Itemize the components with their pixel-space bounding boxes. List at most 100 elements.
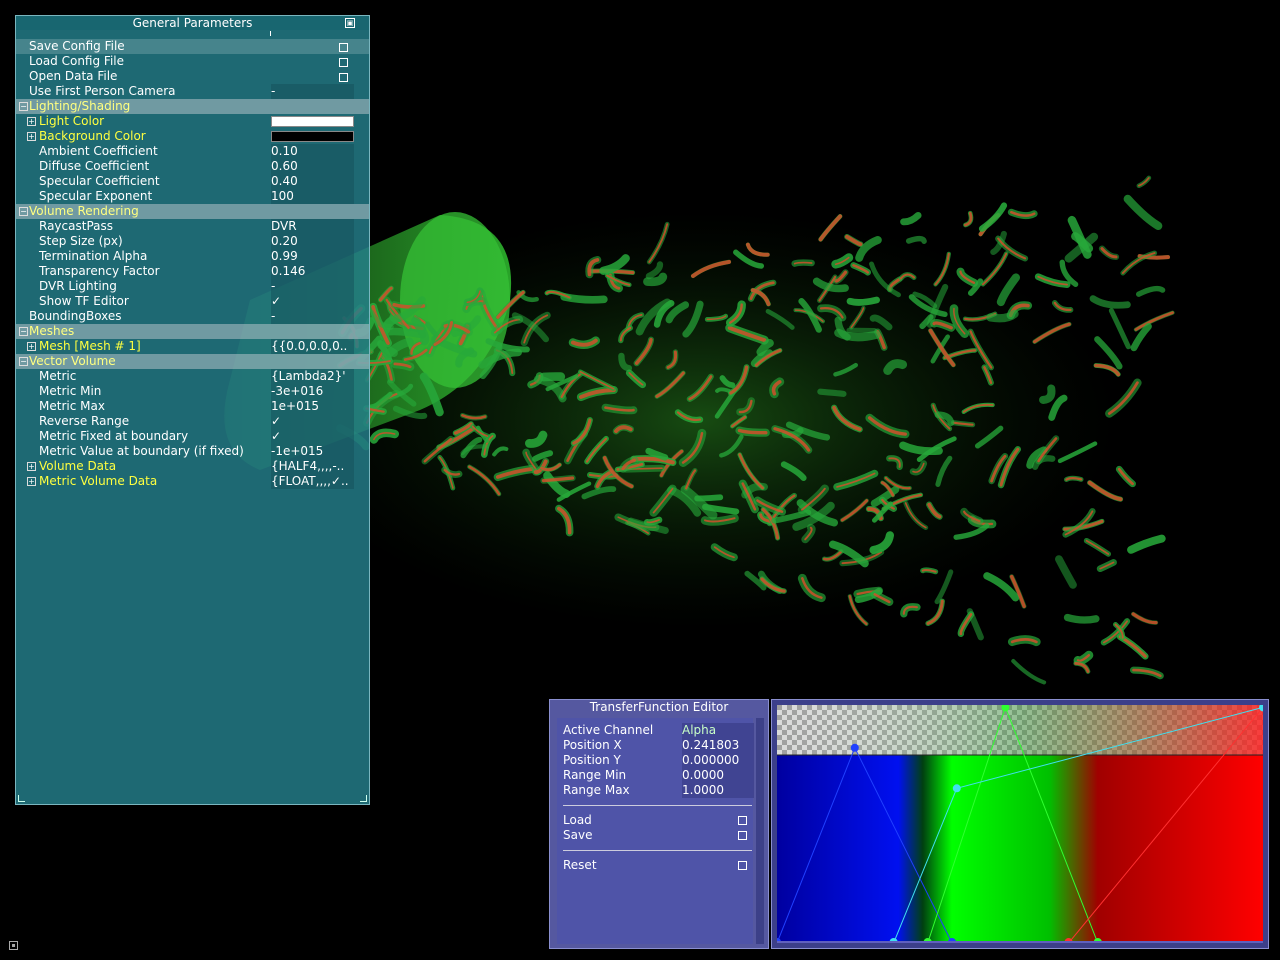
volume-data-row[interactable]: + Volume Data {HALF4,,,,-..	[16, 459, 369, 474]
metric-max-value[interactable]: 1e+015	[271, 399, 354, 414]
specular-coefficient-value[interactable]: 0.40	[271, 174, 354, 189]
transparency-factor-row[interactable]: Transparency Factor 0.146	[16, 264, 369, 279]
diffuse-value[interactable]: 0.60	[271, 159, 354, 174]
show-tf-editor-row[interactable]: Show TF Editor ✓	[16, 294, 369, 309]
position-y-row[interactable]: Position Y 0.000000	[563, 753, 754, 768]
metric-value[interactable]: {Lambda2}'	[271, 369, 354, 384]
expand-icon[interactable]: +	[27, 342, 36, 351]
tf-load-button[interactable]	[738, 816, 747, 825]
first-person-camera-toggle[interactable]: -	[271, 84, 354, 99]
mesh-row[interactable]: + Mesh [Mesh # 1] {{0.0,0.0,0..	[16, 339, 369, 354]
bounding-boxes-row[interactable]: BoundingBoxes -	[16, 309, 369, 324]
ambient-row[interactable]: Ambient Coefficient 0.10	[16, 144, 369, 159]
metric-fixed-checkbox[interactable]: ✓	[271, 429, 354, 444]
active-channel-row[interactable]: Active Channel Alpha	[563, 723, 754, 738]
status-icon[interactable]: ▪	[9, 941, 18, 950]
vortex-strand	[1123, 194, 1163, 230]
collapse-icon[interactable]: −	[19, 102, 28, 111]
tf-reset-button[interactable]	[738, 861, 747, 870]
mesh-value[interactable]: {{0.0,0.0,0..	[271, 339, 354, 354]
collapse-icon[interactable]: −	[19, 357, 28, 366]
tf-save-button[interactable]	[738, 831, 747, 840]
metric-volume-data-row[interactable]: + Metric Volume Data {FLOAT,,,,✓..	[16, 474, 369, 489]
tf-load-label: Load	[563, 813, 592, 827]
range-max-row[interactable]: Range Max 1.0000	[563, 783, 754, 798]
specular-coefficient-row[interactable]: Specular Coefficient 0.40	[16, 174, 369, 189]
save-config-row[interactable]: Save Config File	[16, 39, 369, 54]
metric-row[interactable]: Metric {Lambda2}'	[16, 369, 369, 384]
column-divider-handle[interactable]	[270, 31, 271, 36]
specular-exponent-value[interactable]: 100	[271, 189, 354, 204]
section-lighting-shading[interactable]: − Lighting/Shading	[16, 99, 369, 114]
reverse-range-row[interactable]: Reverse Range ✓	[16, 414, 369, 429]
metric-min-value[interactable]: -3e+016	[271, 384, 354, 399]
termination-alpha-row[interactable]: Termination Alpha 0.99	[16, 249, 369, 264]
open-data-row[interactable]: Open Data File	[16, 69, 369, 84]
specular-exponent-row[interactable]: Specular Exponent 100	[16, 189, 369, 204]
position-x-row[interactable]: Position X 0.241803	[563, 738, 754, 753]
section-volume-rendering[interactable]: − Volume Rendering	[16, 204, 369, 219]
range-min-value[interactable]: 0.0000	[682, 768, 754, 783]
dvr-lighting-toggle[interactable]: -	[271, 279, 354, 294]
reverse-range-checkbox[interactable]: ✓	[271, 414, 354, 429]
tf-editor-scrollbar[interactable]	[756, 718, 764, 944]
background-color-swatch[interactable]	[271, 131, 354, 142]
position-x-value[interactable]: 0.241803	[682, 738, 754, 753]
tf-load-row[interactable]: Load	[563, 813, 592, 828]
open-data-button[interactable]	[339, 73, 348, 82]
light-color-swatch[interactable]	[271, 116, 354, 127]
position-y-value[interactable]: 0.000000	[682, 753, 754, 768]
diffuse-row[interactable]: Diffuse Coefficient 0.60	[16, 159, 369, 174]
termination-alpha-label: Termination Alpha	[39, 249, 148, 263]
first-person-camera-row[interactable]: Use First Person Camera -	[16, 84, 369, 99]
bounding-boxes-toggle[interactable]: -	[271, 309, 354, 324]
collapse-icon[interactable]: −	[19, 207, 28, 216]
metric-fixed-row[interactable]: Metric Fixed at boundary ✓	[16, 429, 369, 444]
expand-icon[interactable]: +	[27, 462, 36, 471]
collapse-icon[interactable]: −	[19, 327, 28, 336]
section-vector-volume[interactable]: − Vector Volume	[16, 354, 369, 369]
general-parameters-panel[interactable]: General Parameters ▣ Save Config File Lo…	[15, 15, 370, 805]
volume-data-value[interactable]: {HALF4,,,,-..	[271, 459, 354, 474]
expand-icon[interactable]: +	[27, 132, 36, 141]
load-config-row[interactable]: Load Config File	[16, 54, 369, 69]
metric-min-row[interactable]: Metric Min -3e+016	[16, 384, 369, 399]
active-channel-value[interactable]: Alpha	[682, 723, 754, 738]
active-channel-label: Active Channel	[563, 723, 654, 737]
expand-icon[interactable]: +	[27, 117, 36, 126]
raycast-pass-label: RaycastPass	[39, 219, 113, 233]
transparency-factor-value[interactable]: 0.146	[271, 264, 354, 279]
step-size-row[interactable]: Step Size (px) 0.20	[16, 234, 369, 249]
minimize-icon[interactable]: ▣	[345, 18, 355, 28]
background-color-row[interactable]: + Background Color	[16, 129, 369, 144]
tf-reset-row[interactable]: Reset	[563, 858, 597, 873]
step-size-value[interactable]: 0.20	[271, 234, 354, 249]
metric-boundary-value-row[interactable]: Metric Value at boundary (if fixed) -1e+…	[16, 444, 369, 459]
resize-handle-left[interactable]	[18, 795, 25, 802]
resize-handle-right[interactable]	[360, 795, 367, 802]
panel-titlebar[interactable]: General Parameters ▣	[16, 16, 369, 30]
termination-alpha-value[interactable]: 0.99	[271, 249, 354, 264]
tf-control-point[interactable]	[850, 743, 859, 752]
tf-graph-canvas[interactable]	[777, 705, 1263, 943]
range-min-row[interactable]: Range Min 0.0000	[563, 768, 754, 783]
section-meshes[interactable]: − Meshes	[16, 324, 369, 339]
show-tf-editor-checkbox[interactable]: ✓	[271, 294, 354, 309]
tf-graph-panel[interactable]	[771, 699, 1269, 949]
tf-control-point[interactable]	[952, 784, 961, 793]
tf-save-row[interactable]: Save	[563, 828, 592, 843]
tf-editor-panel[interactable]: TransferFunction Editor Active Channel A…	[549, 699, 769, 949]
ambient-value[interactable]: 0.10	[271, 144, 354, 159]
specular-coefficient-label: Specular Coefficient	[39, 174, 160, 188]
raycast-pass-row[interactable]: RaycastPass DVR	[16, 219, 369, 234]
range-max-value[interactable]: 1.0000	[682, 783, 754, 798]
light-color-row[interactable]: + Light Color	[16, 114, 369, 129]
metric-max-row[interactable]: Metric Max 1e+015	[16, 399, 369, 414]
metric-volume-data-value[interactable]: {FLOAT,,,,✓..	[271, 474, 354, 489]
raycast-pass-value[interactable]: DVR	[271, 219, 354, 234]
expand-icon[interactable]: +	[27, 477, 36, 486]
load-config-button[interactable]	[339, 58, 348, 67]
dvr-lighting-row[interactable]: DVR Lighting -	[16, 279, 369, 294]
save-config-button[interactable]	[339, 43, 348, 52]
metric-boundary-value[interactable]: -1e+015	[271, 444, 354, 459]
